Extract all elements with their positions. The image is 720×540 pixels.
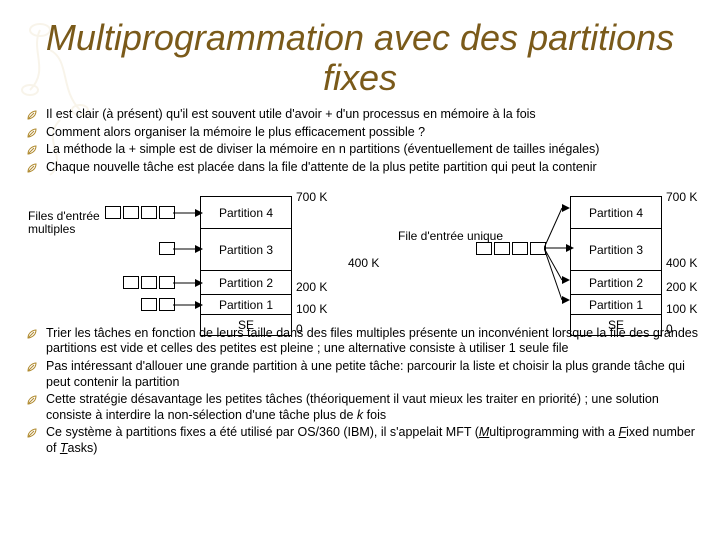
bullet-item: Cette stratégie désavantage les petites …: [18, 392, 702, 423]
bullet-item: Pas intéressant d'allouer une grande par…: [18, 359, 702, 390]
bullet-text: Il est clair (à présent) qu'il est souve…: [46, 107, 536, 121]
bullet-text: Trier les tâches en fonction de leurs ta…: [46, 326, 698, 356]
bullet-text: La méthode la + simple est de diviser la…: [46, 142, 599, 156]
bullet-text: Comment alors organiser la mémoire le pl…: [46, 125, 425, 139]
leaf-icon: [26, 328, 38, 345]
slide-title: Multiprogrammation avec des partitions f…: [0, 0, 720, 107]
bullet-text: Cette stratégie désavantage les petites …: [46, 392, 659, 422]
leaf-icon: [26, 127, 38, 144]
bullet-item: Ce système à partitions fixes a été util…: [18, 425, 702, 456]
leaf-icon: [26, 427, 38, 444]
leaf-icon: [26, 394, 38, 411]
bullet-item: Chaque nouvelle tâche est placée dans la…: [18, 160, 702, 176]
leaf-icon: [26, 144, 38, 161]
slide-body: Il est clair (à présent) qu'il est souve…: [0, 107, 720, 457]
bullet-item: La méthode la + simple est de diviser la…: [18, 142, 702, 158]
bullet-text: Ce système à partitions fixes a été util…: [46, 425, 695, 455]
bullet-text: Pas intéressant d'allouer une grande par…: [46, 359, 685, 389]
leaf-icon: [26, 162, 38, 179]
bullet-item: Il est clair (à présent) qu'il est souve…: [18, 107, 702, 123]
bullet-text: Chaque nouvelle tâche est placée dans la…: [46, 160, 597, 174]
diagram-spacer: [18, 178, 702, 326]
bullet-item: Trier les tâches en fonction de leurs ta…: [18, 326, 702, 357]
leaf-icon: [26, 361, 38, 378]
leaf-icon: [26, 109, 38, 126]
bullet-item: Comment alors organiser la mémoire le pl…: [18, 125, 702, 141]
